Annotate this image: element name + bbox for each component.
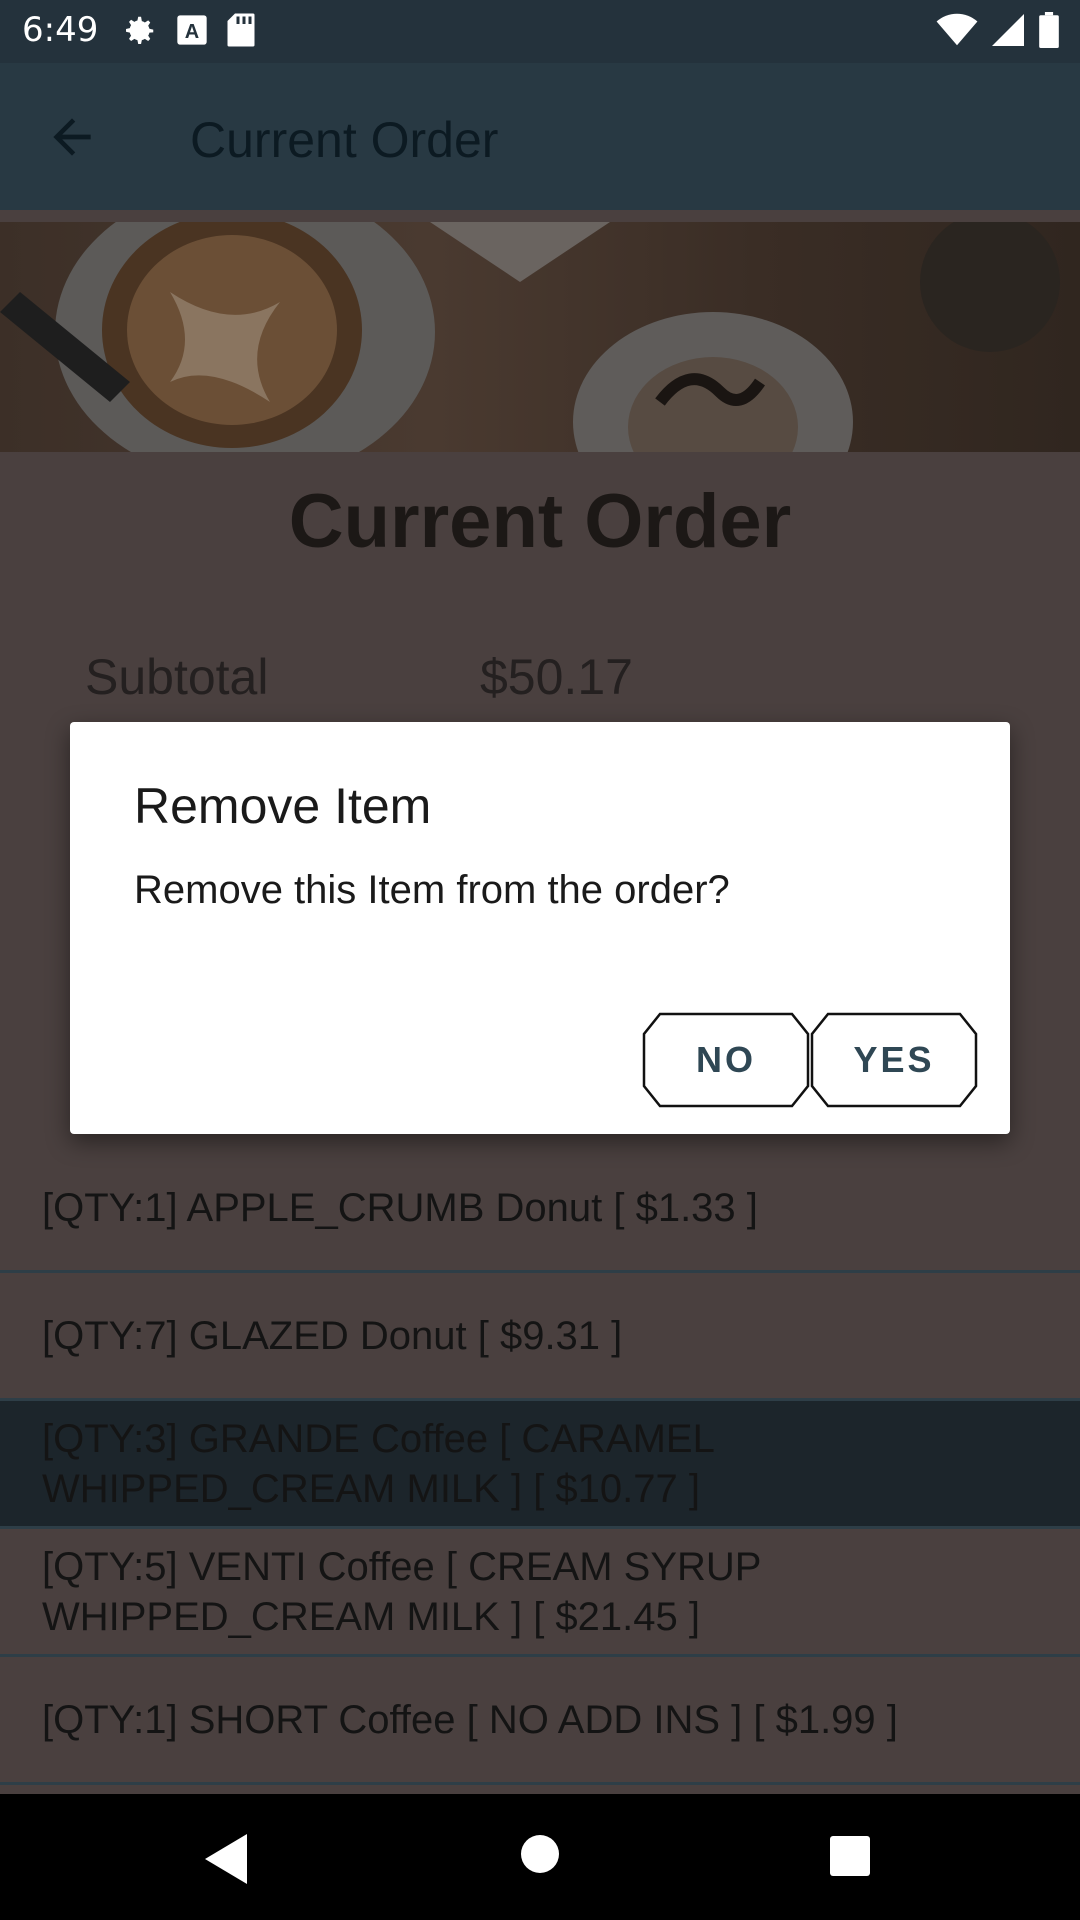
no-button[interactable]: NO xyxy=(642,1012,810,1108)
list-item-text: [QTY:1] APPLE_CRUMB Donut [ $1.33 ] xyxy=(42,1185,758,1230)
nav-home-icon[interactable] xyxy=(520,1834,560,1879)
list-item[interactable]: [QTY:3] GRANDE Coffee [ CARAMEL WHIPPED_… xyxy=(0,1401,1080,1529)
svg-text:A: A xyxy=(185,21,199,43)
subtotal-value: $50.17 xyxy=(480,649,633,705)
nav-back-icon[interactable] xyxy=(205,1834,251,1889)
list-item[interactable]: [QTY:5] VENTI Coffee [ CREAM SYRUP WHIPP… xyxy=(0,1529,1080,1657)
order-list: [QTY:1] APPLE_CRUMB Donut [ $1.33 ] [QTY… xyxy=(0,1145,1080,1785)
list-item-text: [QTY:3] GRANDE Coffee [ CARAMEL WHIPPED_… xyxy=(42,1416,714,1511)
yes-button-label: YES xyxy=(853,1039,935,1080)
list-item-text: [QTY:1] SHORT Coffee [ NO ADD INS ] [ $1… xyxy=(42,1697,898,1742)
text-icon: A xyxy=(176,12,208,59)
wifi-icon xyxy=(936,13,978,56)
sd-card-icon xyxy=(226,12,256,59)
status-bar: 6:49 A xyxy=(0,0,1080,63)
list-item-text: [QTY:7] GLAZED Donut [ $9.31 ] xyxy=(42,1313,623,1358)
app-bar-title: Current Order xyxy=(190,112,499,168)
arrow-back-icon[interactable] xyxy=(40,109,104,165)
dialog-title: Remove Item xyxy=(134,778,432,834)
remove-item-dialog: Remove Item Remove this Item from the or… xyxy=(70,722,1010,1134)
yes-button[interactable]: YES xyxy=(810,1012,978,1108)
banner-image xyxy=(0,222,1080,452)
navigation-bar xyxy=(0,1794,1080,1920)
subtotal-label: Subtotal xyxy=(85,649,269,705)
nav-recent-icon[interactable] xyxy=(830,1836,870,1881)
signal-icon xyxy=(992,13,1024,56)
list-item[interactable]: [QTY:7] GLAZED Donut [ $9.31 ] xyxy=(0,1273,1080,1401)
list-item[interactable]: [QTY:1] APPLE_CRUMB Donut [ $1.33 ] xyxy=(0,1145,1080,1273)
app-bar: Current Order xyxy=(0,63,1080,210)
battery-icon xyxy=(1038,12,1060,57)
page-heading: Current Order xyxy=(288,479,792,564)
dialog-message: Remove this Item from the order? xyxy=(134,868,730,912)
no-button-label: NO xyxy=(696,1039,756,1080)
list-item[interactable]: [QTY:1] SHORT Coffee [ NO ADD INS ] [ $1… xyxy=(0,1657,1080,1785)
list-item-text: [QTY:5] VENTI Coffee [ CREAM SYRUP WHIPP… xyxy=(42,1544,761,1639)
status-time: 6:49 xyxy=(22,10,99,50)
settings-icon xyxy=(120,12,158,59)
